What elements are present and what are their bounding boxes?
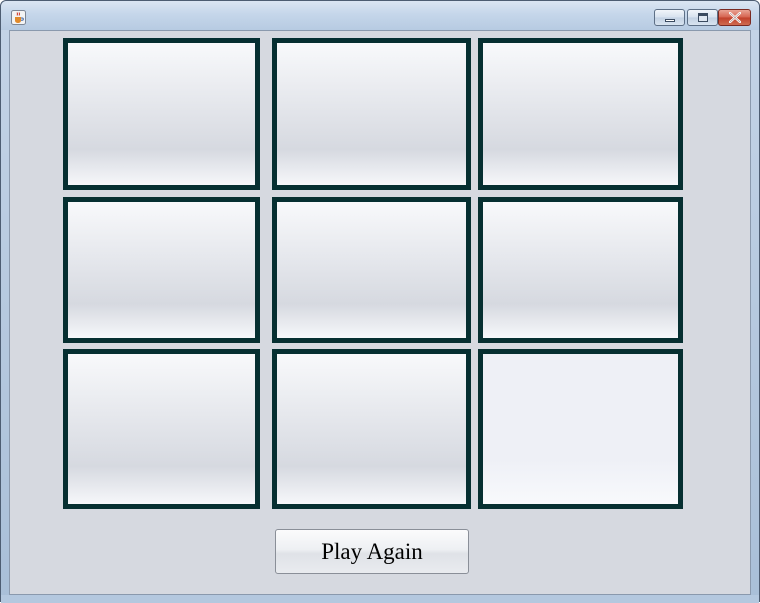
java-coffee-cup-icon[interactable]: [11, 10, 26, 25]
app-window: Play Again: [0, 0, 760, 603]
board-cell-9[interactable]: [478, 349, 683, 509]
board-cell-5[interactable]: [272, 197, 471, 343]
board-cell-2[interactable]: [272, 38, 471, 190]
close-icon: [729, 12, 741, 23]
play-again-label: Play Again: [321, 538, 423, 564]
board-cell-6[interactable]: [478, 197, 683, 343]
title-bar[interactable]: [1, 1, 759, 30]
tic-tac-toe-board: [10, 31, 752, 596]
board-cell-1[interactable]: [63, 38, 260, 190]
board-cell-4[interactable]: [63, 197, 260, 343]
board-cell-8[interactable]: [272, 349, 471, 509]
minimize-button[interactable]: [654, 9, 685, 26]
close-button[interactable]: [718, 9, 751, 26]
window-frame-left: [1, 30, 9, 603]
game-panel: Play Again: [9, 30, 751, 595]
maximize-button[interactable]: [687, 9, 718, 26]
play-again-button[interactable]: Play Again: [275, 529, 469, 574]
board-cell-7[interactable]: [63, 349, 260, 509]
board-cell-3[interactable]: [478, 38, 683, 190]
window-frame-right: [751, 30, 759, 603]
